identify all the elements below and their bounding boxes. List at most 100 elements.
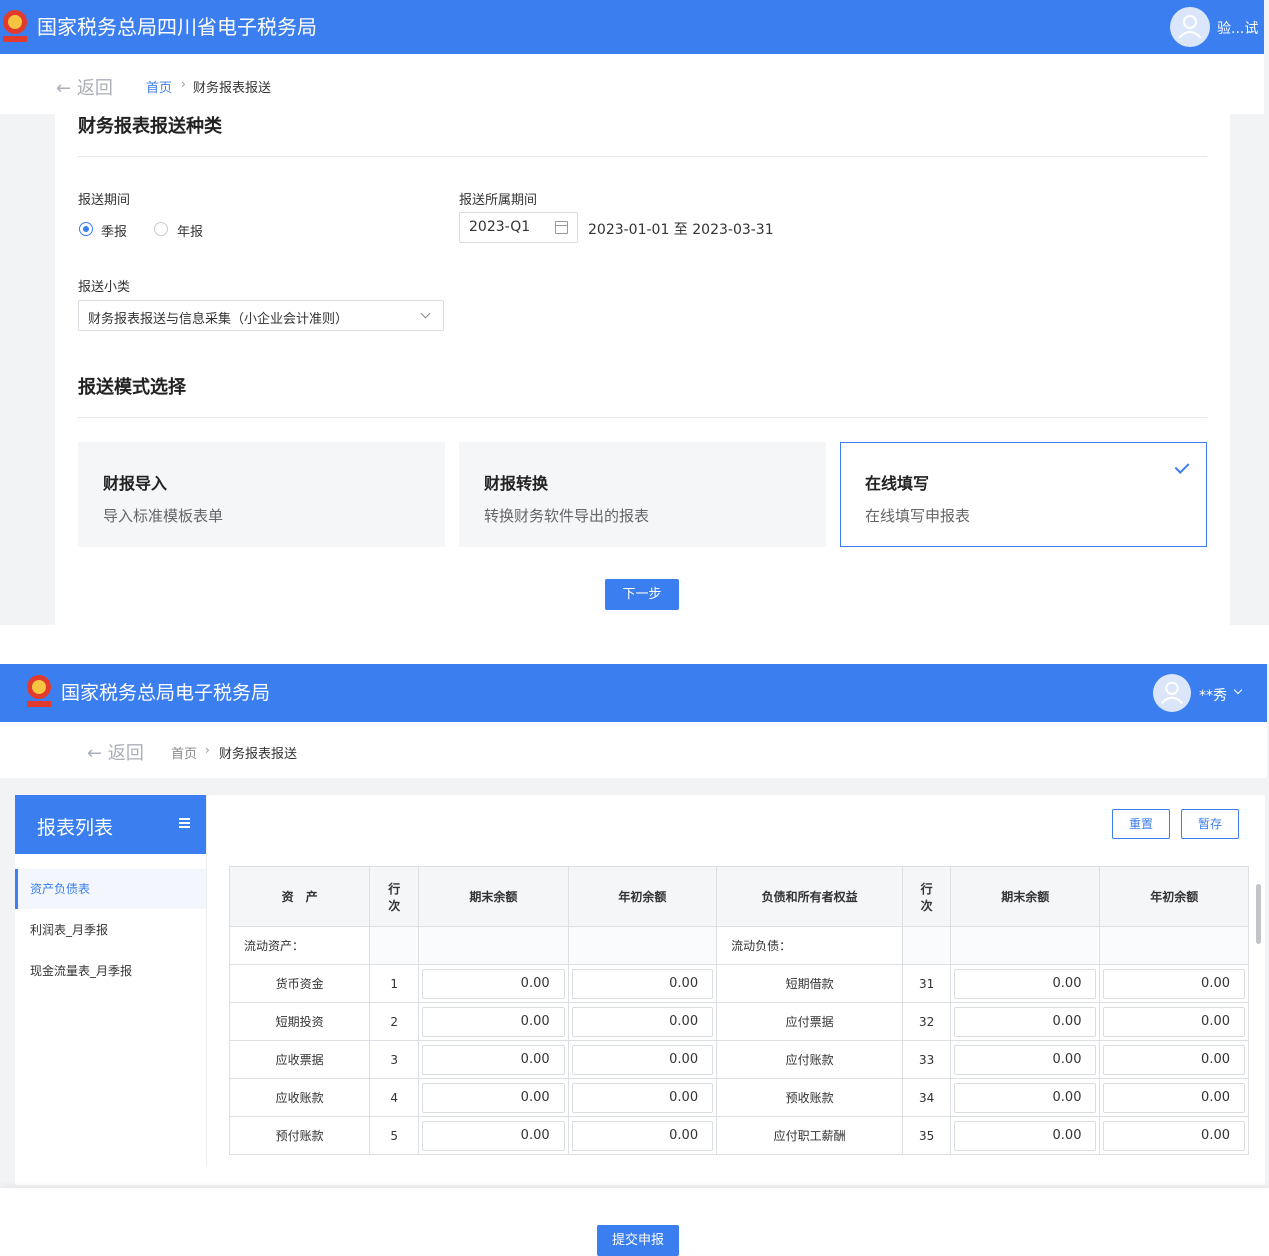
sidebar-title: 报表列表: [37, 817, 114, 839]
breadcrumb-separator-icon: ›: [205, 743, 210, 757]
empty-cell: [567, 926, 718, 965]
row-number: 4: [369, 1078, 420, 1117]
mode-card-convert[interactable]: 财报转换 转换财务软件导出的报表: [459, 442, 826, 547]
row-label: 应付账款: [716, 1040, 904, 1079]
table-category-row: 流动资产： 流动负债：: [228, 926, 1249, 965]
amount-input[interactable]: 0.00: [571, 1082, 714, 1113]
amount-input[interactable]: 0.00: [953, 1082, 1097, 1113]
amount-input[interactable]: 0.00: [422, 1044, 565, 1075]
back-link[interactable]: ← 返回: [56, 74, 113, 100]
amount-input[interactable]: 0.00: [422, 1120, 565, 1151]
table-row: 短期投资 2 0.00 0.00 应付票据 32 0.00 0.00: [228, 1002, 1249, 1041]
subtype-select[interactable]: 财务报表报送与信息采集（小企业会计准则）: [78, 300, 444, 331]
col-header: 年初余额: [1099, 866, 1249, 927]
save-draft-button[interactable]: 暂存: [1181, 809, 1239, 839]
submit-button[interactable]: 提交申报: [597, 1225, 679, 1256]
reset-button[interactable]: 重置: [1112, 809, 1170, 839]
amount-input[interactable]: 0.00: [1103, 1006, 1245, 1037]
back-link[interactable]: ← 返回: [87, 739, 144, 765]
report-type-panel: [55, 114, 1230, 625]
back-label: 返回: [107, 743, 144, 764]
amount-input[interactable]: 0.00: [1103, 1120, 1245, 1151]
col-header: 负债和所有者权益: [716, 866, 904, 927]
col-header: 行次: [902, 866, 951, 927]
sidebar-item-income-statement[interactable]: 利润表_月季报: [15, 910, 206, 950]
calendar-icon: [555, 221, 568, 234]
mode-card-import[interactable]: 财报导入 导入标准模板表单: [78, 442, 445, 547]
radio-quarterly[interactable]: [79, 222, 93, 236]
mode-card-desc: 导入标准模板表单: [103, 507, 224, 525]
amount-cell: 0.00: [567, 1040, 718, 1079]
scrollbar-thumb[interactable]: [1256, 884, 1261, 944]
row-label: 应付职工薪酬: [716, 1116, 904, 1155]
table-row: 预付账款 5 0.00 0.00 应付职工薪酬 35 0.00 0.00: [228, 1116, 1249, 1155]
row-label: 应付票据: [716, 1002, 904, 1041]
amount-cell: 0.00: [949, 1078, 1101, 1117]
col-header: 期末余额: [949, 866, 1101, 927]
subtype-label: 报送小类: [78, 280, 131, 295]
amount-input[interactable]: 0.00: [422, 968, 565, 999]
menu-icon[interactable]: [179, 818, 190, 829]
col-header: 年初余额: [567, 866, 718, 927]
empty-cell: [369, 926, 420, 965]
mode-card-online[interactable]: 在线填写 在线填写申报表: [840, 442, 1207, 547]
row-number: 34: [902, 1078, 951, 1117]
period-label: 报送期间: [78, 193, 131, 208]
amount-cell: 0.00: [1099, 1002, 1249, 1041]
username[interactable]: **秀: [1199, 685, 1227, 705]
mode-card-title: 财报转换: [484, 474, 549, 493]
table-header-row: 资 产 行次 期末余额 年初余额 负债和所有者权益 行次 期末余额 年初余额: [228, 866, 1249, 927]
radio-quarterly-label[interactable]: 季报: [101, 221, 127, 240]
row-number: 1: [369, 964, 420, 1003]
sidebar-header: 报表列表: [15, 795, 206, 854]
next-step-button[interactable]: 下一步: [605, 579, 679, 610]
amount-input[interactable]: 0.00: [571, 1120, 714, 1151]
amount-input[interactable]: 0.00: [1103, 1082, 1245, 1113]
row-number: 2: [369, 1002, 420, 1041]
amount-input[interactable]: 0.00: [953, 1044, 1097, 1075]
chevron-down-icon: [420, 308, 431, 319]
date-range-text: 2023-01-01 至 2023-03-31: [588, 222, 774, 238]
amount-input[interactable]: 0.00: [953, 1120, 1097, 1151]
amount-cell: 0.00: [949, 1002, 1101, 1041]
sidebar-item-cash-flow[interactable]: 现金流量表_月季报: [15, 951, 206, 991]
row-label: 应收账款: [228, 1078, 371, 1117]
period-picker[interactable]: 2023-Q1: [459, 212, 578, 243]
category-label: 流动负债：: [716, 926, 904, 965]
radio-annual[interactable]: [154, 222, 168, 236]
mode-card-desc: 在线填写申报表: [865, 507, 971, 525]
col-header: 期末余额: [418, 866, 569, 927]
breadcrumb-home[interactable]: 首页: [146, 77, 172, 96]
radio-annual-label[interactable]: 年报: [177, 221, 203, 240]
row-number: 32: [902, 1002, 951, 1041]
belong-period-label: 报送所属期间: [459, 193, 538, 208]
amount-input[interactable]: 0.00: [571, 1006, 714, 1037]
amount-cell: 0.00: [567, 1116, 718, 1155]
report-editor: 报表列表 资产负债表 利润表_月季报 现金流量表_月季报 重置 暂存 资 产 行…: [15, 795, 1265, 1185]
breadcrumb-bar: ← 返回 首页 › 财务报表报送: [0, 722, 1267, 778]
footer-bar: 提交申报: [0, 1188, 1269, 1256]
amount-input[interactable]: 0.00: [571, 968, 714, 999]
amount-input[interactable]: 0.00: [953, 1006, 1097, 1037]
sidebar-item-balance-sheet[interactable]: 资产负债表: [15, 869, 206, 909]
row-label: 短期借款: [716, 964, 904, 1003]
amount-cell: 0.00: [1099, 964, 1249, 1003]
breadcrumb-home[interactable]: 首页: [171, 743, 197, 762]
avatar[interactable]: [1170, 7, 1210, 47]
avatar[interactable]: [1153, 674, 1191, 712]
sidebar-divider: [206, 795, 207, 1167]
amount-input[interactable]: 0.00: [422, 1082, 565, 1113]
amount-input[interactable]: 0.00: [1103, 1044, 1245, 1075]
amount-input[interactable]: 0.00: [953, 968, 1097, 999]
col-header: 资 产: [228, 866, 371, 927]
user-icon: [1160, 681, 1184, 705]
amount-input[interactable]: 0.00: [422, 1006, 565, 1037]
bottom-screen: 国家税务总局电子税务局 **秀 ← 返回 首页 › 财务报表报送 报表列表 资产…: [0, 664, 1269, 1256]
chevron-down-icon[interactable]: [1233, 685, 1243, 695]
amount-input[interactable]: 0.00: [571, 1044, 714, 1075]
row-number: 33: [902, 1040, 951, 1079]
table-row: 应收票据 3 0.00 0.00 应付账款 33 0.00 0.00: [228, 1040, 1249, 1079]
username[interactable]: 验...试: [1217, 18, 1258, 38]
row-label: 预收账款: [716, 1078, 904, 1117]
amount-input[interactable]: 0.00: [1103, 968, 1245, 999]
